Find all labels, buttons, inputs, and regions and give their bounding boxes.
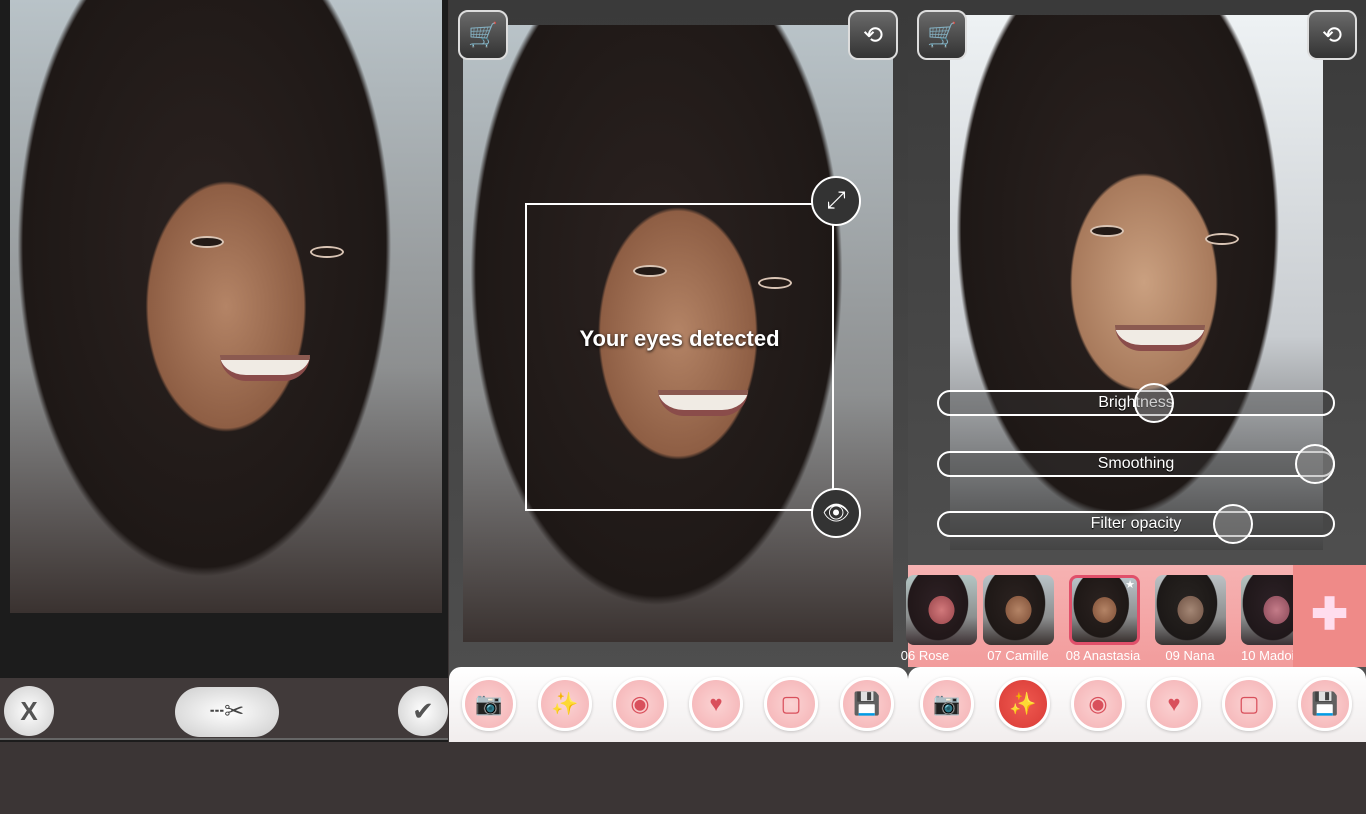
slider-label: Smoothing — [1097, 455, 1175, 472]
cart-icon: 🛒 — [927, 21, 957, 49]
panel-crop: X ┄✂ ✔ — [0, 0, 448, 742]
star-icon: ★ — [1125, 579, 1135, 591]
heart-icon: ♥ — [1167, 691, 1181, 716]
rotate-icon: ⟲ — [862, 21, 884, 49]
frame-icon: ▢ — [780, 691, 802, 716]
cancel-button[interactable]: X — [4, 686, 54, 736]
filter-label: 06 Rose — [900, 648, 950, 663]
scissors-icon: ┄✂ — [209, 698, 245, 725]
eye-icon: ◉ — [1088, 691, 1108, 716]
rotate-button[interactable]: ⟲ — [848, 10, 898, 60]
filter-label: 10 Madoi — [1241, 648, 1293, 663]
slider-knob[interactable] — [1213, 504, 1253, 544]
magic-wand-button[interactable]: ✨ — [996, 677, 1050, 731]
eye-icon: 👁 — [822, 500, 850, 525]
filter-opacity-slider[interactable]: Filter opacity — [937, 504, 1335, 544]
resize-arrows-icon: ⤢ — [826, 187, 846, 214]
smoothing-slider[interactable]: Smoothing — [937, 444, 1335, 484]
filter-label: 08 Anastasia — [1065, 648, 1141, 663]
detection-text: Your eyes detected — [579, 326, 780, 351]
cart-icon: 🛒 — [468, 21, 498, 49]
camera-icon: 📷 — [475, 691, 503, 716]
eye-handle[interactable]: 👁 — [811, 488, 861, 538]
eye-button[interactable]: ◉ — [1071, 677, 1125, 731]
filter-thumb[interactable] — [983, 575, 1054, 645]
photo — [10, 0, 442, 613]
cart-button[interactable]: 🛒 — [917, 10, 967, 60]
heart-button[interactable]: ♥ — [689, 677, 743, 731]
magic-wand-icon: ✨ — [551, 691, 579, 716]
save-icon: 💾 — [1311, 691, 1339, 716]
camera-button[interactable]: 📷 — [462, 677, 516, 731]
filter-thumb-selected[interactable]: ★ — [1069, 575, 1140, 645]
cart-button[interactable]: 🛒 — [458, 10, 508, 60]
eye-icon: ◉ — [630, 691, 650, 716]
frame-icon: ▢ — [1238, 691, 1260, 716]
slider-knob[interactable] — [1134, 383, 1174, 423]
save-button[interactable]: 💾 — [1298, 677, 1352, 731]
face-detection-box[interactable] — [525, 203, 834, 511]
frame-button[interactable]: ▢ — [1222, 677, 1276, 731]
slider-label: Filter opacity — [1090, 515, 1182, 532]
filter-thumb[interactable] — [1155, 575, 1226, 645]
rotate-button[interactable]: ⟲ — [1307, 10, 1357, 60]
resize-handle[interactable]: ⤢ — [811, 176, 861, 226]
slider-knob[interactable] — [1295, 444, 1335, 484]
save-icon: 💾 — [853, 691, 881, 716]
brightness-slider[interactable]: Brightness — [937, 383, 1335, 423]
heart-button[interactable]: ♥ — [1147, 677, 1201, 731]
magic-wand-icon: ✨ — [1009, 691, 1037, 716]
filter-thumb[interactable] — [906, 575, 977, 645]
save-button[interactable]: 💾 — [840, 677, 894, 731]
confirm-button[interactable]: ✔ — [398, 686, 448, 736]
magic-wand-button[interactable]: ✨ — [538, 677, 592, 731]
eye-button[interactable]: ◉ — [613, 677, 667, 731]
camera-icon: 📷 — [933, 691, 961, 716]
filter-label: 09 Nana — [1165, 648, 1215, 663]
heart-icon: ♥ — [709, 691, 723, 716]
filter-label: 07 Camille — [987, 648, 1049, 663]
frame-button[interactable]: ▢ — [764, 677, 818, 731]
add-filter-button[interactable]: ✚ — [1293, 565, 1366, 667]
panel-eye-detection: 🛒 ⟲ Your eyes detected ⤢ 👁 📷 ✨ ◉ ♥ ▢ 💾 — [449, 0, 908, 742]
rotate-icon: ⟲ — [1321, 21, 1343, 49]
crop-button[interactable]: ┄✂ — [175, 687, 279, 737]
plus-icon: ✚ — [1311, 590, 1348, 639]
checkmark-icon: ✔ — [412, 696, 434, 726]
camera-button[interactable]: 📷 — [920, 677, 974, 731]
